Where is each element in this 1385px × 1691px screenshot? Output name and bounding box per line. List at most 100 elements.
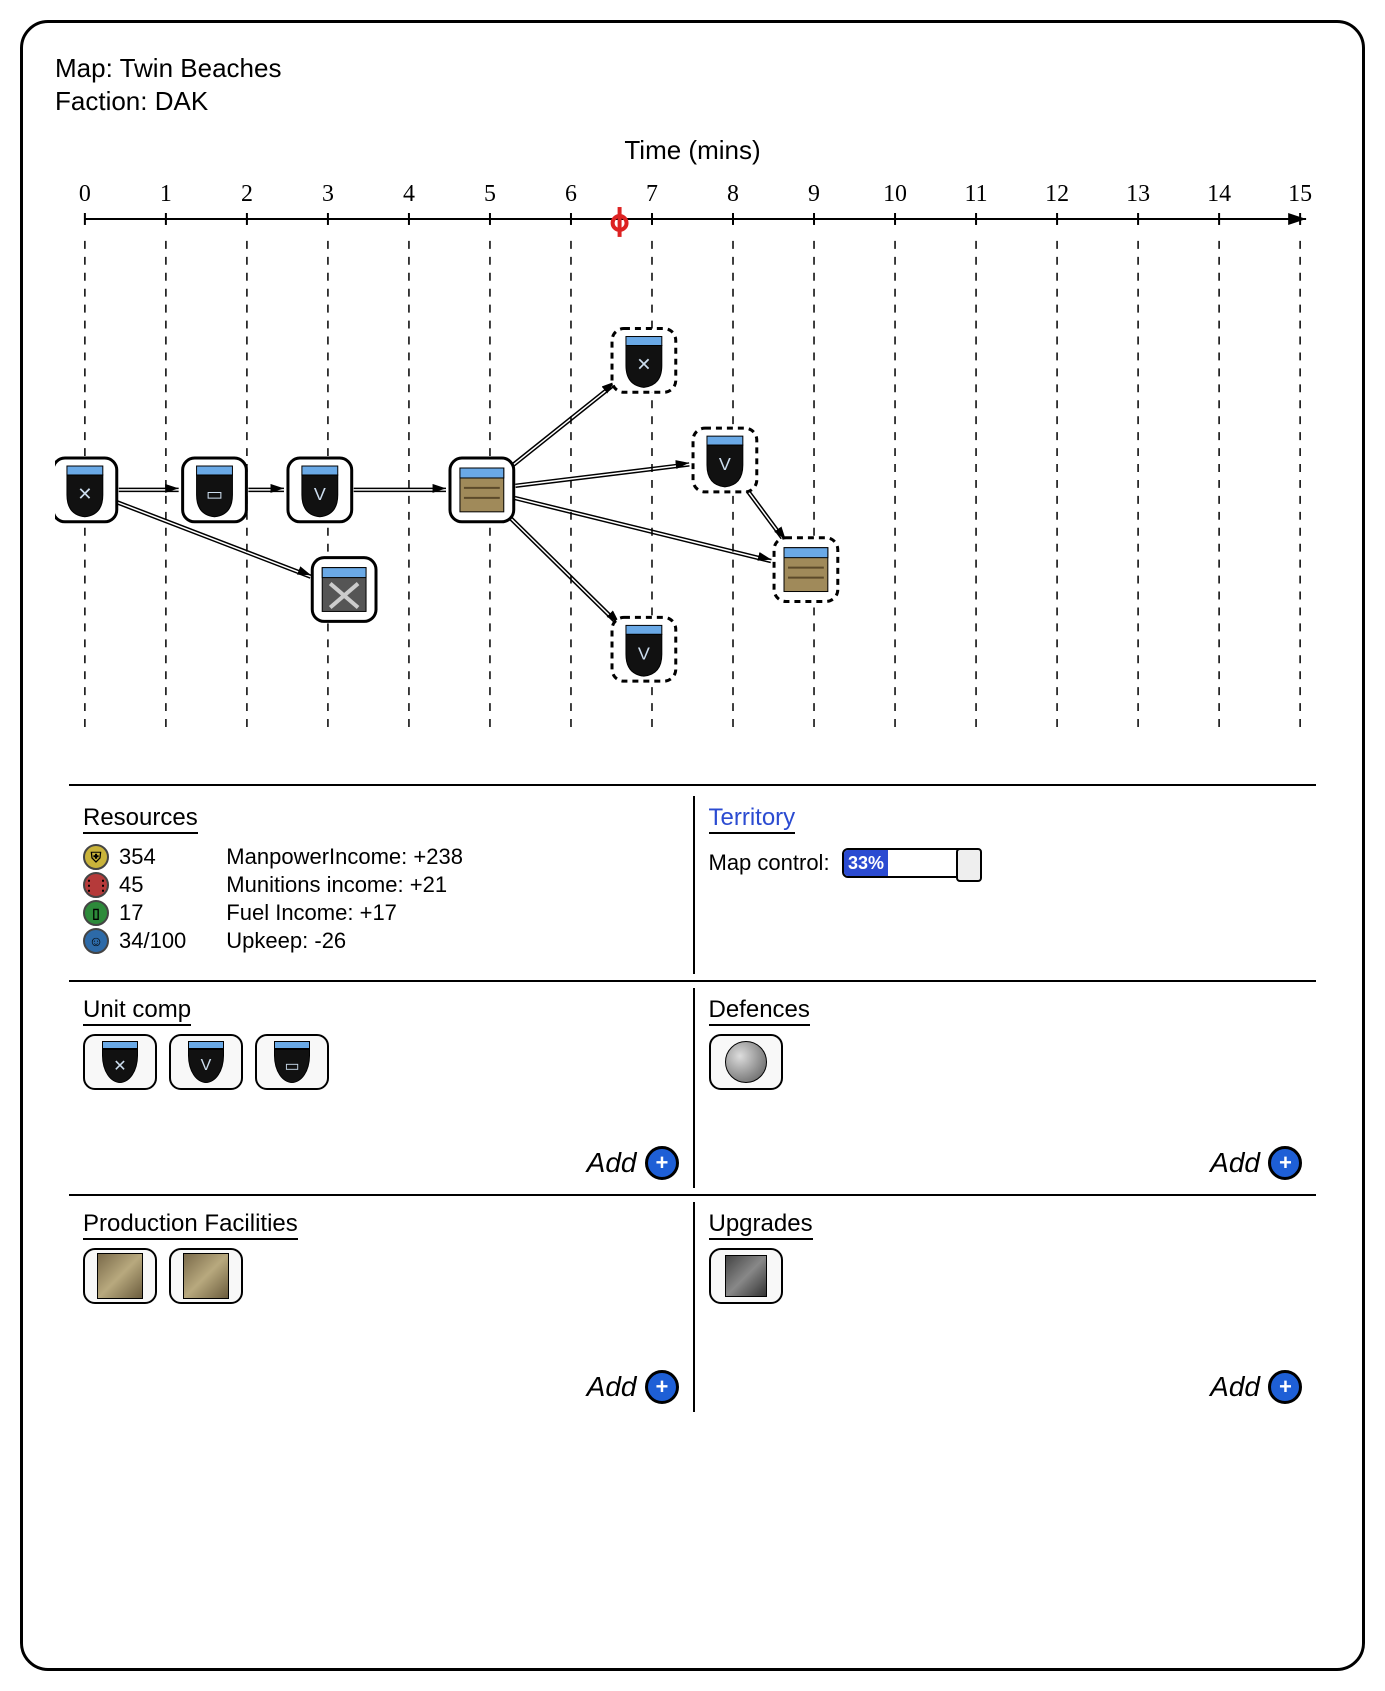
manpower-row: ⛨ 354 xyxy=(83,844,186,870)
unit-comp-add-button[interactable]: Add + xyxy=(587,1146,679,1180)
timeline-area: Time (mins) 0123456789101112131415 ✕▭V✕V… xyxy=(55,135,1330,770)
add-label: Add xyxy=(587,1371,637,1403)
pop-row: ☺ 34/100 xyxy=(83,928,186,954)
svg-text:12: 12 xyxy=(1045,181,1069,207)
map-value: Twin Beaches xyxy=(120,53,282,83)
resources-territory-row: Resources ⛨ 354 ⋮⋮ 45 ▯ 17 xyxy=(69,796,1316,974)
fu-income-label: Fuel Income: xyxy=(226,900,353,925)
map-label: Map: xyxy=(55,53,113,83)
svg-text:15: 15 xyxy=(1288,181,1312,207)
unit-defences-row: Unit comp ✕ V ▭ Add + Defences Add + xyxy=(69,988,1316,1188)
munitions-row: ⋮⋮ 45 xyxy=(83,872,186,898)
build-node[interactable] xyxy=(312,558,376,622)
svg-text:0: 0 xyxy=(79,181,91,207)
unit-card[interactable]: V xyxy=(169,1034,243,1090)
svg-text:V: V xyxy=(638,643,650,663)
territory-title[interactable]: Territory xyxy=(709,804,796,834)
svg-text:▭: ▭ xyxy=(206,484,223,504)
facilities-title: Production Facilities xyxy=(83,1210,298,1240)
svg-text:4: 4 xyxy=(403,181,415,207)
facilities-panel: Production Facilities Add + xyxy=(69,1202,693,1412)
mu-income-label: Munitions income: xyxy=(226,872,403,897)
map-control-slider[interactable]: 33% xyxy=(842,848,982,878)
svg-text:5: 5 xyxy=(484,181,496,207)
app-frame: Map: Twin Beaches Faction: DAK Time (min… xyxy=(20,20,1365,1671)
build-node[interactable]: V xyxy=(612,617,676,681)
map-control-percent: 33% xyxy=(848,853,884,874)
svg-text:13: 13 xyxy=(1126,181,1150,207)
svg-text:14: 14 xyxy=(1207,181,1231,207)
faction-line: Faction: DAK xyxy=(55,86,1330,117)
build-node[interactable]: ✕ xyxy=(612,329,676,393)
svg-text:10: 10 xyxy=(883,181,907,207)
unit-card[interactable]: ▭ xyxy=(255,1034,329,1090)
territory-panel: Territory Map control: 33% xyxy=(693,796,1317,974)
slider-handle-icon[interactable] xyxy=(956,848,982,882)
faction-label: Faction: xyxy=(55,86,148,116)
svg-text:✕: ✕ xyxy=(636,354,651,374)
munitions-icon: ⋮⋮ xyxy=(83,872,109,898)
facility-card[interactable] xyxy=(83,1248,157,1304)
svg-text:V: V xyxy=(314,484,326,504)
section-divider xyxy=(69,784,1316,786)
upgrade-card[interactable] xyxy=(709,1248,783,1304)
map-control-label: Map control: xyxy=(709,850,830,876)
svg-text:7: 7 xyxy=(646,181,658,207)
add-label: Add xyxy=(1210,1371,1260,1403)
svg-text:2: 2 xyxy=(241,181,253,207)
svg-text:V: V xyxy=(719,454,731,474)
fu-income-value: +17 xyxy=(360,900,397,925)
map-line: Map: Twin Beaches xyxy=(55,53,1330,84)
mp-income-value: +238 xyxy=(413,844,463,869)
build-node[interactable]: V xyxy=(693,428,757,492)
pop-value: 34/100 xyxy=(119,928,186,954)
upgrades-add-button[interactable]: Add + xyxy=(1210,1370,1302,1404)
defence-card[interactable] xyxy=(709,1034,783,1090)
svg-text:9: 9 xyxy=(808,181,820,207)
upkeep-value: -26 xyxy=(314,928,346,953)
faction-value: DAK xyxy=(155,86,208,116)
fuel-icon: ▯ xyxy=(83,900,109,926)
svg-text:8: 8 xyxy=(727,181,739,207)
upgrades-title: Upgrades xyxy=(709,1210,813,1240)
defences-title: Defences xyxy=(709,996,810,1026)
svg-text:✕: ✕ xyxy=(77,484,92,504)
unit-comp-title: Unit comp xyxy=(83,996,191,1026)
plus-icon: + xyxy=(1268,1146,1302,1180)
facilities-upgrades-row: Production Facilities Add + Upgrades Add… xyxy=(69,1202,1316,1412)
build-node[interactable]: ✕ xyxy=(55,458,117,522)
defences-panel: Defences Add + xyxy=(693,988,1317,1188)
unit-card[interactable]: ✕ xyxy=(83,1034,157,1090)
manpower-icon: ⛨ xyxy=(83,844,109,870)
build-node[interactable] xyxy=(450,458,514,522)
munitions-value: 45 xyxy=(119,872,143,898)
row-divider xyxy=(69,1194,1316,1196)
plus-icon: + xyxy=(1268,1370,1302,1404)
fuel-value: 17 xyxy=(119,900,143,926)
unit-comp-panel: Unit comp ✕ V ▭ Add + xyxy=(69,988,693,1188)
plus-icon: + xyxy=(645,1146,679,1180)
svg-text:1: 1 xyxy=(160,181,172,207)
upkeep-label: Upkeep: xyxy=(226,928,308,953)
facility-card[interactable] xyxy=(169,1248,243,1304)
svg-text:6: 6 xyxy=(565,181,577,207)
defences-add-button[interactable]: Add + xyxy=(1210,1146,1302,1180)
mp-income-label: ManpowerIncome: xyxy=(226,844,407,869)
fuel-row: ▯ 17 xyxy=(83,900,186,926)
timeline-playhead[interactable] xyxy=(613,207,627,237)
build-node[interactable]: V xyxy=(288,458,352,522)
facilities-add-button[interactable]: Add + xyxy=(587,1370,679,1404)
add-label: Add xyxy=(587,1147,637,1179)
build-node[interactable] xyxy=(774,538,838,602)
pop-icon: ☺ xyxy=(83,928,109,954)
manpower-value: 354 xyxy=(119,844,156,870)
mu-income-value: +21 xyxy=(410,872,447,897)
upgrades-panel: Upgrades Add + xyxy=(693,1202,1317,1412)
timeline-svg: 0123456789101112131415 ✕▭V✕VV xyxy=(55,170,1330,770)
add-label: Add xyxy=(1210,1147,1260,1179)
resources-title: Resources xyxy=(83,804,198,834)
income-col: ManpowerIncome: +238 Munitions income: +… xyxy=(226,842,463,956)
row-divider xyxy=(69,980,1316,982)
build-node[interactable]: ▭ xyxy=(183,458,247,522)
svg-text:11: 11 xyxy=(965,181,988,207)
